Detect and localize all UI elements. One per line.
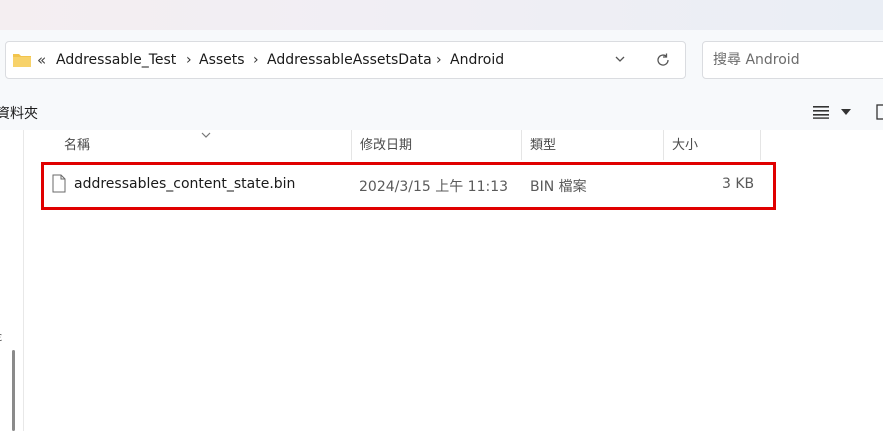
column-header-modified[interactable]: 修改日期 — [351, 136, 521, 160]
command-toolbar: 資料夾 — [0, 94, 883, 130]
window-titlebar — [0, 0, 883, 30]
search-input[interactable] — [713, 50, 883, 70]
view-list-icon[interactable] — [812, 105, 830, 119]
file-name[interactable]: addressables_content_state.bin — [74, 176, 295, 192]
address-bar[interactable]: « Addressable_Test › Assets › Addressabl… — [5, 41, 686, 79]
file-type: BIN 檔案 — [530, 179, 587, 195]
search-box[interactable] — [702, 41, 883, 79]
chevron-down-icon[interactable] — [614, 53, 626, 65]
address-row: « Addressable_Test › Assets › Addressabl… — [0, 30, 883, 94]
column-header-size[interactable]: 大小 — [663, 136, 760, 160]
breadcrumb-addressable-test[interactable]: Addressable_Test — [56, 52, 176, 68]
file-icon — [52, 174, 66, 193]
breadcrumb-android[interactable]: Android — [450, 52, 504, 68]
file-list: 名稱 修改日期 類型 大小 addressables_content_state… — [24, 130, 883, 431]
file-row[interactable]: addressables_content_state.bin 2024/3/15… — [42, 170, 774, 200]
folder-icon — [13, 54, 31, 67]
navigation-pane-cut-text: ε — [0, 330, 3, 344]
file-modified: 2024/3/15 上午 11:13 — [359, 179, 509, 195]
column-divider[interactable] — [760, 130, 761, 160]
column-header-type[interactable]: 類型 — [521, 136, 663, 160]
navigation-pane-scrollbar[interactable] — [12, 350, 15, 431]
breadcrumb-separator-icon[interactable]: › — [436, 52, 442, 68]
navigation-pane-label[interactable]: 資料夾 — [0, 103, 38, 123]
breadcrumb-addressableassetsdata[interactable]: AddressableAssetsData — [267, 52, 432, 68]
breadcrumb-separator-icon[interactable]: › — [186, 52, 192, 68]
view-dropdown-chevron-icon[interactable] — [841, 109, 851, 115]
refresh-icon[interactable] — [655, 52, 671, 68]
overflow-chevron-icon[interactable]: « — [37, 51, 46, 69]
breadcrumb-separator-icon[interactable]: › — [253, 52, 259, 68]
details-pane-icon[interactable] — [876, 104, 883, 120]
file-size: 3 KB — [722, 176, 755, 192]
column-header-name[interactable]: 名稱 — [55, 136, 351, 160]
navigation-pane: ε — [0, 130, 24, 431]
breadcrumb-assets[interactable]: Assets — [199, 52, 245, 68]
